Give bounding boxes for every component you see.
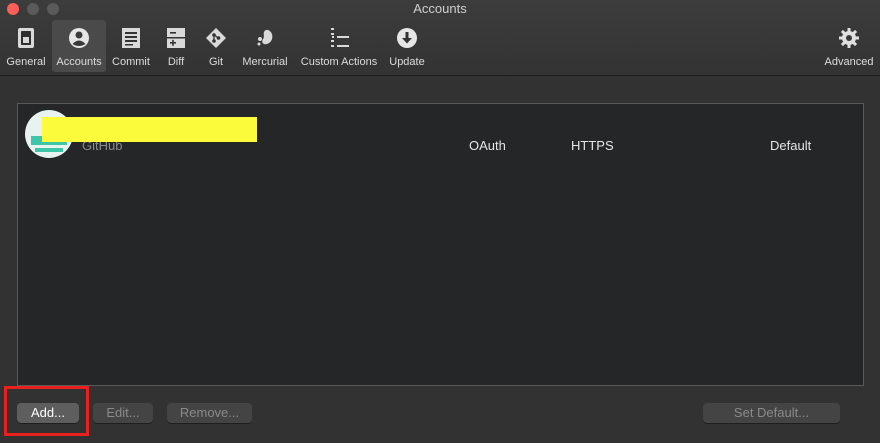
account-auth-method: OAuth <box>469 138 506 153</box>
tab-git-label: Git <box>208 56 224 68</box>
accounts-list[interactable]: GitHub OAuth HTTPS Default <box>17 103 864 386</box>
tab-advanced[interactable]: Advanced <box>822 20 876 72</box>
tab-update-label: Update <box>389 56 425 68</box>
window-titlebar: Accounts General Accounts Commit Diff Gi… <box>0 0 880 76</box>
custom-actions-icon <box>327 26 351 50</box>
mercurial-droplet-icon <box>253 26 277 50</box>
tab-general[interactable]: General <box>4 20 48 72</box>
tab-diff[interactable]: Diff <box>160 20 192 72</box>
user-circle-icon <box>67 26 91 50</box>
commit-document-icon <box>119 26 143 50</box>
account-protocol: HTTPS <box>571 138 614 153</box>
tab-commit[interactable]: Commit <box>109 20 153 72</box>
git-diamond-icon <box>204 26 228 50</box>
add-account-button[interactable]: Add... <box>17 403 79 423</box>
tab-general-label: General <box>6 56 46 68</box>
tab-custom-actions-label: Custom Actions <box>300 56 378 68</box>
remove-account-button[interactable]: Remove... <box>167 403 252 423</box>
tab-accounts-label: Accounts <box>56 56 102 68</box>
window-title: Accounts <box>413 1 467 16</box>
tab-mercurial-label: Mercurial <box>242 56 288 68</box>
general-switch-icon <box>14 26 38 50</box>
set-default-button[interactable]: Set Default... <box>703 403 840 423</box>
tab-git[interactable]: Git <box>201 20 231 72</box>
tab-diff-label: Diff <box>167 56 185 68</box>
tab-accounts[interactable]: Accounts <box>52 20 106 72</box>
redaction-overlay <box>42 117 257 142</box>
diff-plus-minus-icon <box>164 26 188 50</box>
tab-mercurial[interactable]: Mercurial <box>238 20 292 72</box>
avatar-pattern-lower <box>35 148 63 152</box>
tab-custom-actions[interactable]: Custom Actions <box>296 20 382 72</box>
tab-advanced-label: Advanced <box>824 56 874 68</box>
download-circle-icon <box>395 26 419 50</box>
account-row[interactable]: GitHub OAuth HTTPS Default <box>18 104 863 164</box>
account-default-status: Default <box>770 138 812 153</box>
edit-account-button[interactable]: Edit... <box>93 403 153 423</box>
gear-icon <box>837 26 861 50</box>
tab-update[interactable]: Update <box>386 20 428 72</box>
tab-commit-label: Commit <box>112 56 150 68</box>
